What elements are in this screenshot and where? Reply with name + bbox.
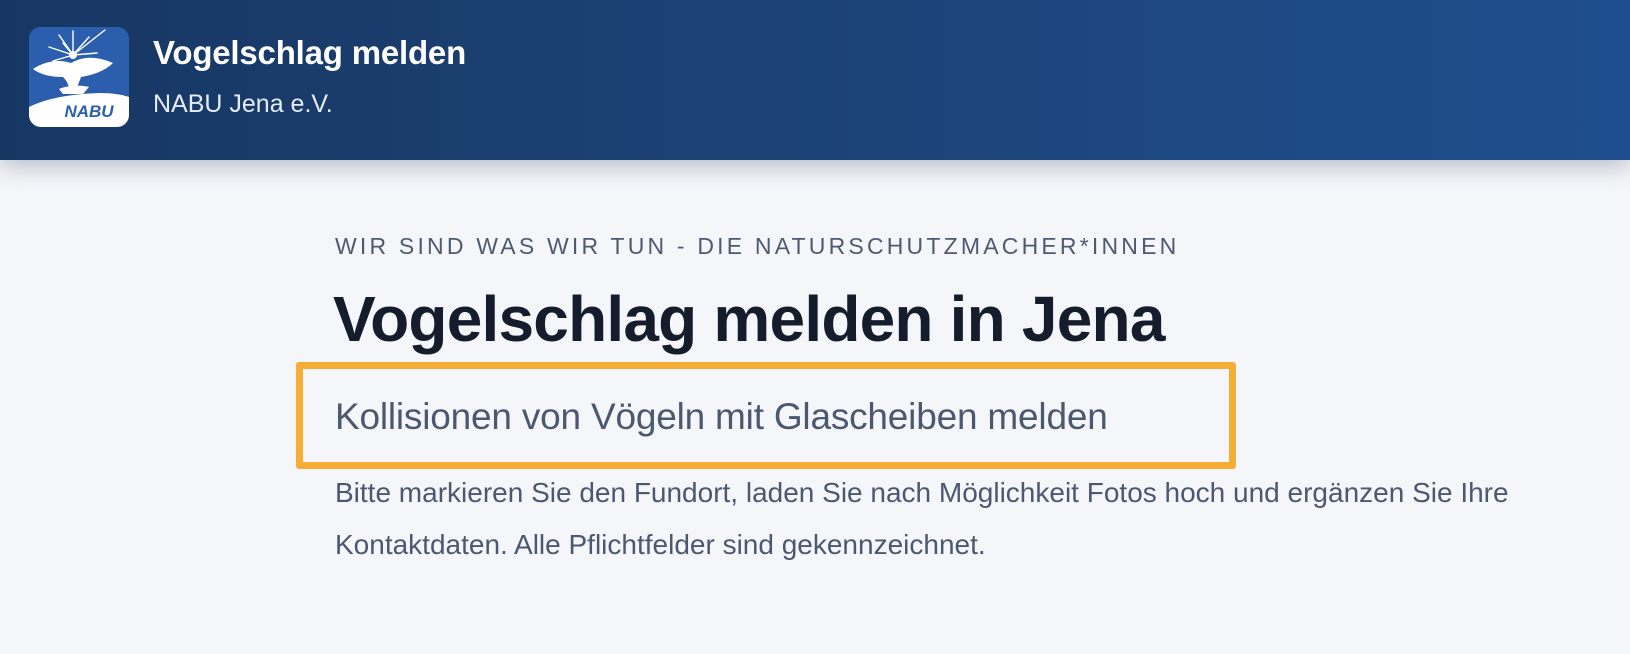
- main-content: WIR SIND WAS WIR TUN - DIE NATURSCHUTZMA…: [0, 160, 1630, 654]
- page-subtitle: Kollisionen von Vögeln mit Glascheiben m…: [335, 396, 1108, 437]
- nabu-logo[interactable]: NABU: [29, 27, 129, 127]
- nabu-logo-text: NABU: [64, 102, 114, 121]
- app-title: Vogelschlag melden: [153, 34, 467, 71]
- intro-text: Bitte markieren Sie den Fundort, laden S…: [335, 477, 1509, 560]
- app-header: NABU Vogelschlag melden NABU Jena e.V.: [0, 0, 1630, 160]
- app-subtitle: NABU Jena e.V.: [153, 90, 333, 118]
- eyebrow-text: WIR SIND WAS WIR TUN - DIE NATURSCHUTZMA…: [335, 233, 1180, 259]
- page-title: Vogelschlag melden in Jena: [333, 283, 1165, 355]
- nabu-bird-icon: NABU: [29, 27, 129, 127]
